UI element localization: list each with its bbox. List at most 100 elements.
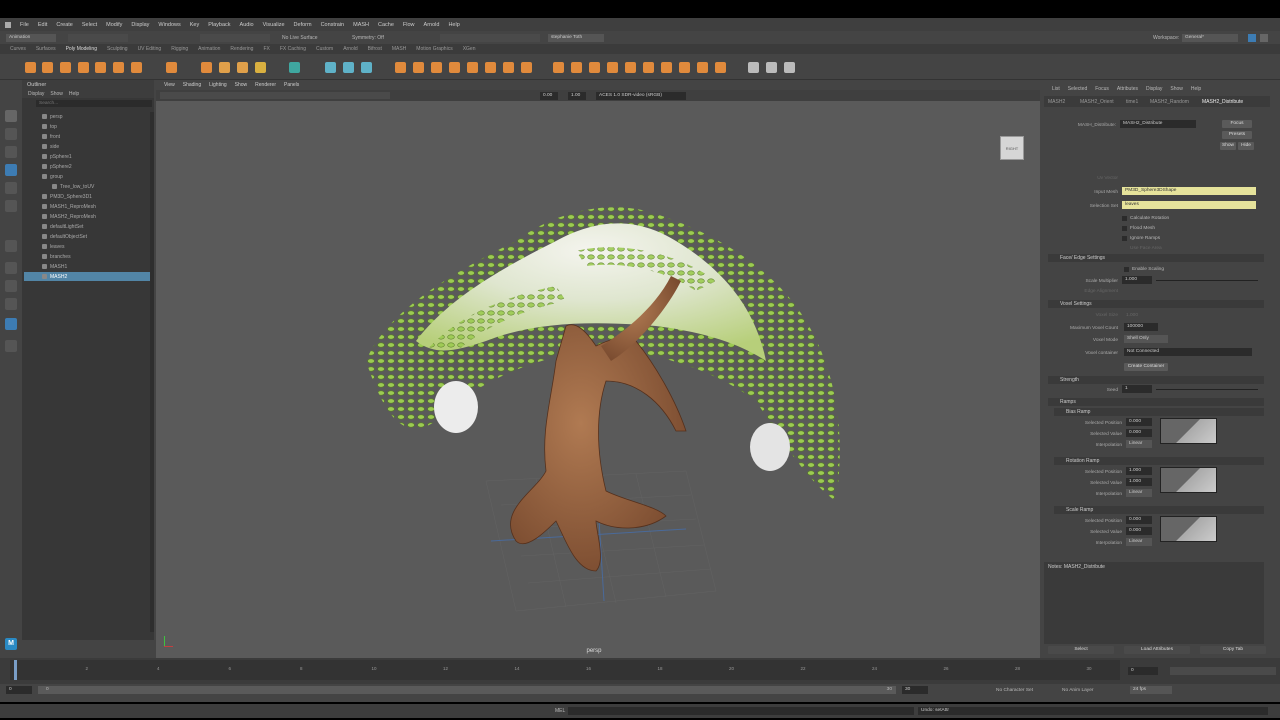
create-container-button[interactable]: Create Container xyxy=(1124,363,1168,371)
user-menu[interactable]: stephanie Toth xyxy=(548,34,604,42)
exposure-field[interactable]: 0.00 xyxy=(540,92,558,100)
shelf-tool-icon[interactable] xyxy=(485,62,496,73)
menu-display[interactable]: Display xyxy=(131,22,149,28)
ramp-field[interactable]: 1.000 xyxy=(1126,478,1152,486)
shelf-tool-icon[interactable] xyxy=(131,62,142,73)
enable-scaling-checkbox[interactable] xyxy=(1124,267,1129,272)
move-tool-icon[interactable] xyxy=(5,164,17,176)
menu-help[interactable]: Help xyxy=(448,22,459,28)
shelf-tool-icon[interactable] xyxy=(748,62,759,73)
ae-menu-help[interactable]: Help xyxy=(1191,86,1201,92)
outliner-item[interactable]: group xyxy=(24,172,150,181)
fps-dropdown[interactable]: 24 fps xyxy=(1130,686,1172,694)
menu-file[interactable]: File xyxy=(20,22,29,28)
shelf-tool-icon[interactable] xyxy=(255,62,266,73)
shelf-tab-fx[interactable]: FX xyxy=(263,46,269,52)
start-frame-field[interactable]: 0 xyxy=(6,686,32,694)
ramp-field[interactable]: 0.000 xyxy=(1126,527,1152,535)
shelf-tool-icon[interactable] xyxy=(431,62,442,73)
outliner-item[interactable]: PM3D_Sphere3D1 xyxy=(24,192,150,201)
shelf-tool-icon[interactable] xyxy=(503,62,514,73)
voxel-section[interactable]: Voxel Settings xyxy=(1048,300,1264,308)
shelf-tool-icon[interactable] xyxy=(78,62,89,73)
search-icon[interactable] xyxy=(5,340,17,352)
symmetry-label[interactable]: Symmetry: Off xyxy=(352,35,384,41)
node-tab[interactable]: MASH2 xyxy=(1048,99,1065,105)
shelf-tool-icon[interactable] xyxy=(679,62,690,73)
maya-logo-icon[interactable] xyxy=(5,21,11,28)
shelf-tool-icon[interactable] xyxy=(521,62,532,73)
menu-mash[interactable]: MASH xyxy=(353,22,369,28)
outliner-item[interactable]: defaultObjectSet xyxy=(24,232,150,241)
ramp-field[interactable]: 0.000 xyxy=(1126,516,1152,524)
two-view-layout-icon[interactable] xyxy=(5,280,17,292)
strength-section[interactable]: Strength xyxy=(1048,376,1264,384)
shelf-tool-icon[interactable] xyxy=(607,62,618,73)
menu-cache[interactable]: Cache xyxy=(378,22,394,28)
shelf-tab-rendering[interactable]: Rendering xyxy=(230,46,253,52)
voxel-mode-dropdown[interactable]: Shell Only xyxy=(1124,335,1168,343)
render-tools-group[interactable] xyxy=(440,34,540,42)
menu-key[interactable]: Key xyxy=(190,22,199,28)
shelf-tab-bifrost[interactable]: Bifrost xyxy=(368,46,382,52)
scale-tool-icon[interactable] xyxy=(5,200,17,212)
ae-menu-display[interactable]: Display xyxy=(1146,86,1162,92)
outliner-item[interactable]: branches xyxy=(24,252,150,261)
ae-menu-attributes[interactable]: Attributes xyxy=(1117,86,1138,92)
node-tab[interactable]: time1 xyxy=(1126,99,1138,105)
outliner-scrollbar[interactable] xyxy=(150,112,154,632)
anim-layer-dropdown[interactable]: No Anim Layer xyxy=(1062,688,1093,693)
shelf-tool-icon[interactable] xyxy=(413,62,424,73)
persp-outliner-layout-icon[interactable] xyxy=(5,318,17,330)
shelf-tab-surfaces[interactable]: Surfaces xyxy=(36,46,56,52)
outliner-layout-icon[interactable] xyxy=(5,298,17,310)
shelf-tool-icon[interactable] xyxy=(237,62,248,73)
workspace-dropdown[interactable]: General* xyxy=(1182,34,1238,42)
outliner-item[interactable]: front xyxy=(24,132,150,141)
outliner-item[interactable]: side xyxy=(24,142,150,151)
ramp-field[interactable]: 0.000 xyxy=(1126,418,1152,426)
shelf-tool-icon[interactable] xyxy=(766,62,777,73)
ramp-section[interactable]: Bias Ramp xyxy=(1054,408,1264,416)
shelf-tab-sculpting[interactable]: Sculpting xyxy=(107,46,128,52)
range-slider-bar[interactable]: 0 30 xyxy=(38,686,896,694)
notes-area[interactable]: Notes: MASH2_Distribute xyxy=(1044,562,1264,644)
viewport-menu-lighting[interactable]: Lighting xyxy=(209,82,227,88)
lasso-tool-icon[interactable] xyxy=(5,128,17,140)
hide-button[interactable]: Hide xyxy=(1238,142,1254,150)
ramp-graph[interactable] xyxy=(1160,418,1217,444)
scale-multiplier-slider[interactable] xyxy=(1156,280,1258,281)
select-button[interactable]: Select xyxy=(1048,646,1114,654)
viewport-scene[interactable]: persp xyxy=(156,101,1040,658)
menu-edit[interactable]: Edit xyxy=(38,22,47,28)
mash-logo-icon[interactable]: M xyxy=(5,638,17,650)
ramp-graph[interactable] xyxy=(1160,467,1217,493)
shelf-tool-icon[interactable] xyxy=(571,62,582,73)
outliner-item[interactable]: top xyxy=(24,122,150,131)
four-view-layout-icon[interactable] xyxy=(5,262,17,274)
shelf-tab-arnold[interactable]: Arnold xyxy=(343,46,357,52)
playback-controls[interactable] xyxy=(1170,667,1276,675)
outliner-menu-display[interactable]: Display xyxy=(28,91,44,97)
viewport-menu-panels[interactable]: Panels xyxy=(284,82,299,88)
outliner-item[interactable]: defaultLightSet xyxy=(24,222,150,231)
node-tab[interactable]: MASH2_Orient xyxy=(1080,99,1114,105)
shelf-tool-icon[interactable] xyxy=(201,62,212,73)
character-set-dropdown[interactable]: No Character Set xyxy=(996,688,1033,693)
presets-button[interactable]: Presets xyxy=(1222,131,1252,139)
time-slider[interactable]: 024681012141618202224262830 0 xyxy=(0,658,1280,684)
snap-tools-group[interactable] xyxy=(200,34,270,42)
flood-mesh-checkbox[interactable] xyxy=(1122,226,1127,231)
node-tab[interactable]: MASH2_Distribute xyxy=(1202,99,1243,105)
ramp-field[interactable]: Linear xyxy=(1126,538,1152,546)
shelf-tool-icon[interactable] xyxy=(589,62,600,73)
outliner-item[interactable]: Tree_low_toUV xyxy=(24,182,150,191)
viewport-menu-view[interactable]: View xyxy=(164,82,175,88)
command-language-label[interactable]: MEL xyxy=(555,708,565,714)
show-button[interactable]: Show xyxy=(1220,142,1236,150)
menu-windows[interactable]: Windows xyxy=(158,22,180,28)
face-edge-section[interactable]: Face/ Edge Settings xyxy=(1048,254,1264,262)
shelf-tool-icon[interactable] xyxy=(784,62,795,73)
outliner-menu-show[interactable]: Show xyxy=(50,91,63,97)
shelf-tool-icon[interactable] xyxy=(343,62,354,73)
